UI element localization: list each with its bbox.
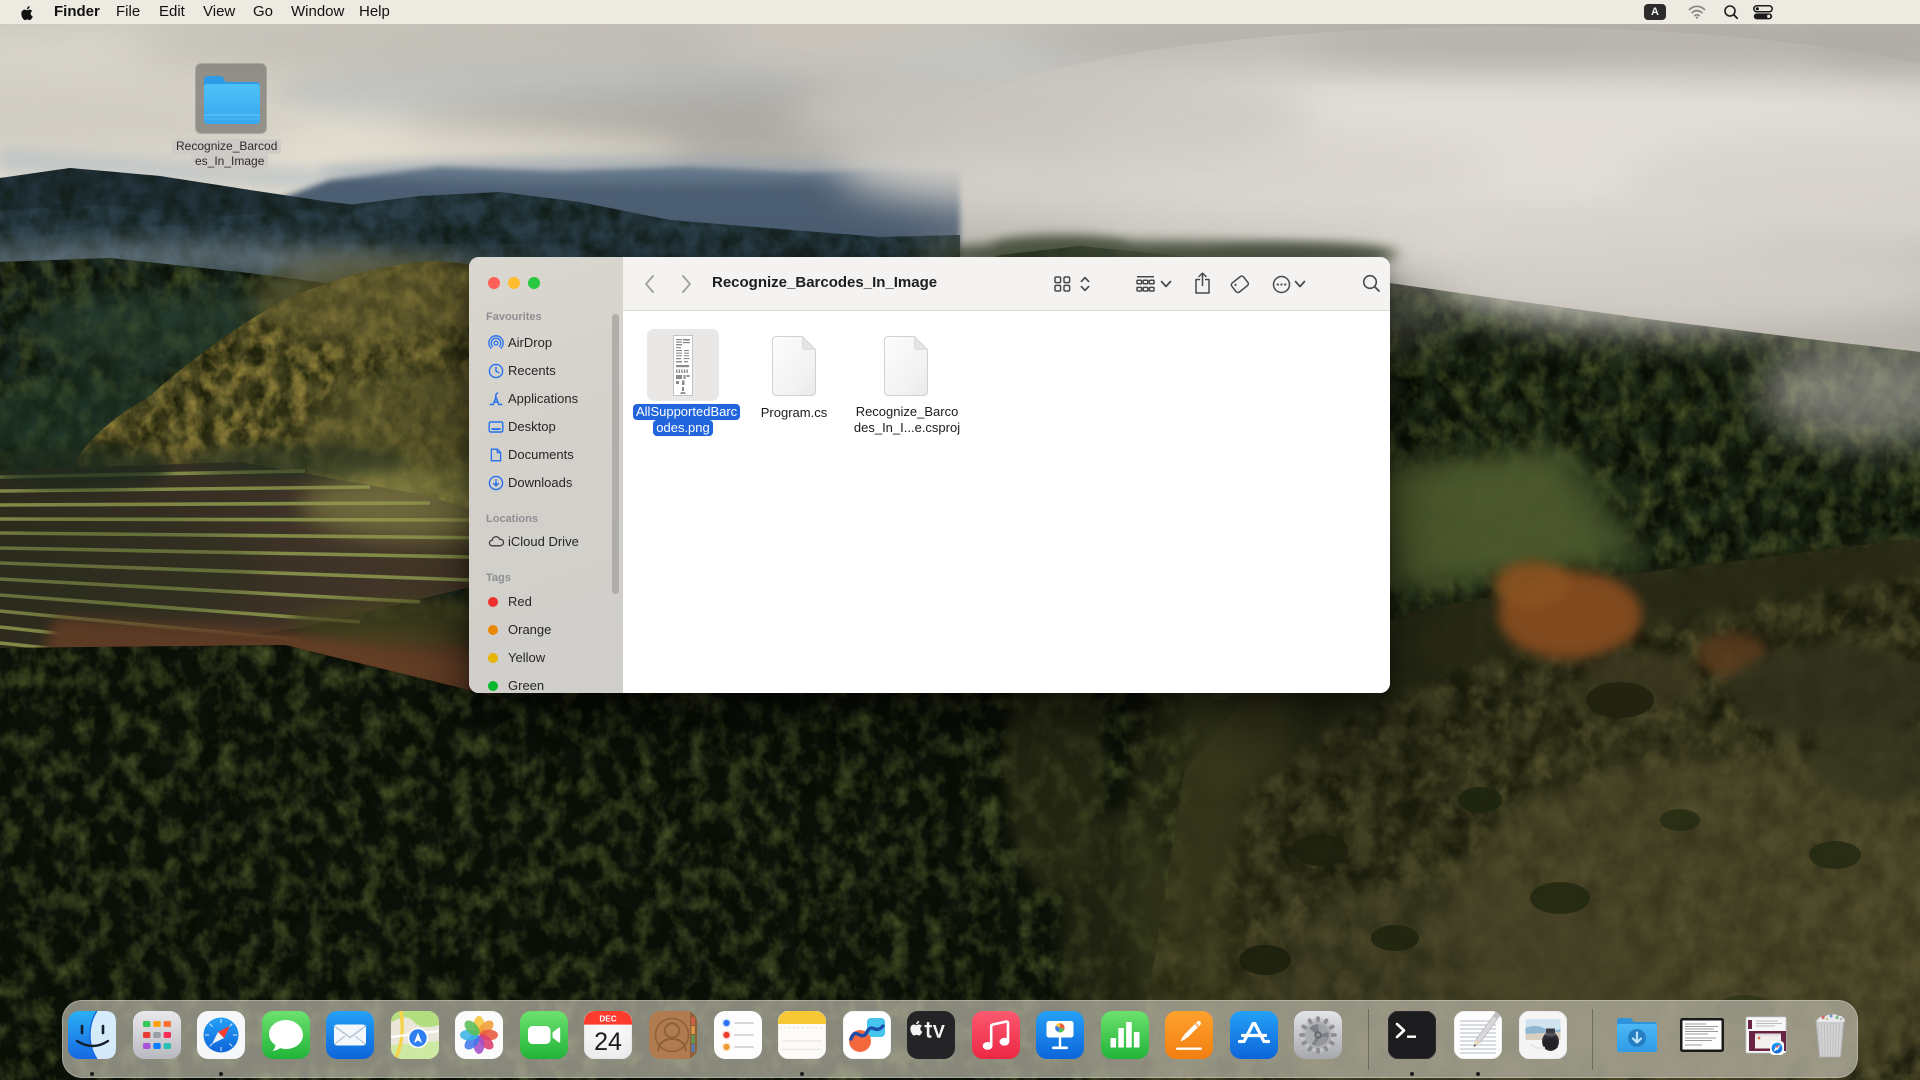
svg-text:DEC: DEC [600, 1014, 617, 1023]
svg-text:24: 24 [594, 1028, 622, 1056]
